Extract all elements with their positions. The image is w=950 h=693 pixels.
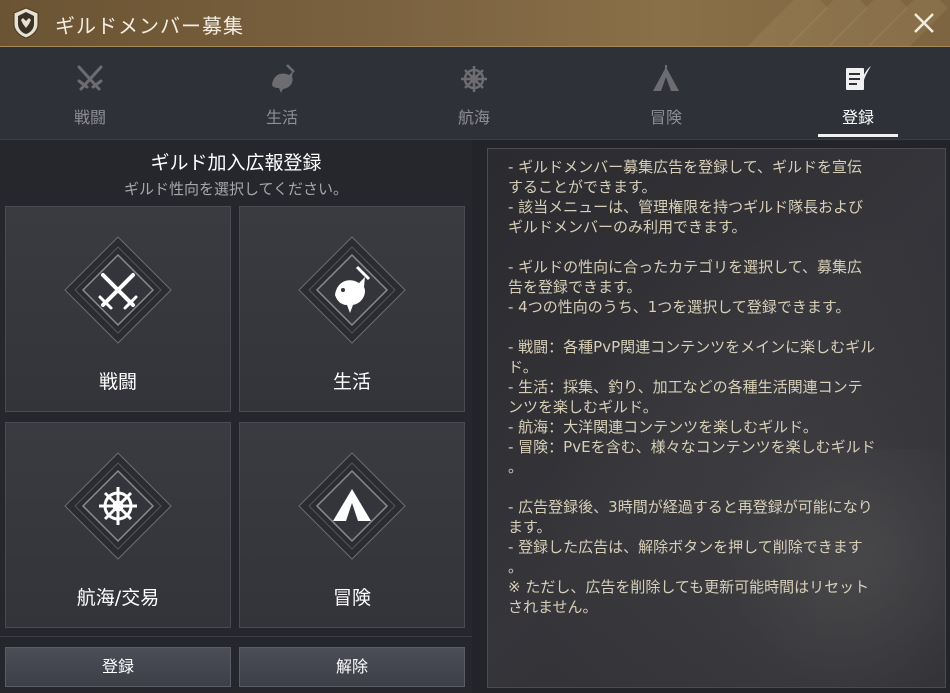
card-label: 戦闘 [98, 371, 137, 393]
card-label: 航海/交易 [76, 587, 160, 609]
close-icon[interactable] [910, 9, 938, 37]
title-bar: ギルドメンバー募集 [0, 0, 950, 47]
tab-label: 戦闘 [73, 108, 106, 127]
description-line: ンツを楽しむギルド。 [508, 398, 658, 416]
card-adventure[interactable]: 冒険 [239, 422, 465, 628]
card-life[interactable]: 生活 [239, 206, 465, 412]
tab-register[interactable]: 登録 [793, 47, 923, 139]
tab-label: 航海 [457, 108, 490, 127]
description-line [508, 477, 933, 497]
description-line: ド。 [508, 358, 538, 376]
description-line [508, 237, 933, 257]
description-line: - 広告登録後、3時間が経過すると再登録が可能になり [508, 498, 873, 516]
tab-sailing[interactable]: 航海 [409, 47, 539, 139]
description-line: することができます。 [508, 178, 657, 196]
document-quill-icon [846, 66, 871, 90]
divider [0, 636, 472, 637]
diamond-frame [64, 236, 172, 344]
description-line: - 4つの性向のうち、1つを選択して登録できます。 [508, 298, 851, 316]
description-line: - 該当メニューは、管理権限を持つギルド隊長および [508, 198, 864, 216]
card-label: 冒険 [332, 587, 371, 609]
ship-wheel-icon [461, 66, 487, 92]
guild-emblem-icon [13, 7, 39, 39]
panel-title: ギルド加入広報登録 [150, 152, 322, 174]
category-tab-bar: 戦闘 生活 航海 冒険 登録 [0, 47, 950, 140]
diamond-frame [64, 452, 172, 560]
remove-button[interactable]: 解除 [239, 647, 465, 687]
description-line: - ギルドメンバー募集広告を登録して、ギルドを宣伝 [508, 158, 862, 176]
fish-pickaxe-icon [272, 64, 295, 93]
card-combat[interactable]: 戦闘 [5, 206, 231, 412]
window-title: ギルドメンバー募集 [55, 14, 244, 38]
description-line: ます。 [508, 518, 552, 536]
tent-icon [653, 65, 679, 91]
card-sailing-trade[interactable]: 航海/交易 [5, 422, 231, 628]
tab-label: 冒険 [649, 108, 682, 127]
description-line: ※ ただし、広告を削除しても更新可能時間はリセット [508, 578, 870, 596]
description-line: - 登録した広告は、解除ボタンを押して削除できます [508, 538, 863, 556]
description-line: 。 [508, 558, 524, 576]
description-text: - ギルドメンバー募集広告を登録して、ギルドを宣伝 することができます。 - 該当メ… [508, 157, 933, 617]
diamond-frame [298, 236, 406, 344]
active-tab-indicator [818, 134, 898, 137]
tab-combat[interactable]: 戦闘 [25, 47, 155, 139]
tab-label: 登録 [841, 108, 874, 127]
tab-life[interactable]: 生活 [217, 47, 347, 139]
register-button[interactable]: 登録 [5, 647, 231, 687]
description-line: されません。 [508, 598, 598, 616]
description-panel: - ギルドメンバー募集広告を登録して、ギルドを宣伝 することができます。 - 該当メ… [487, 148, 946, 688]
tab-adventure[interactable]: 冒険 [601, 47, 731, 139]
description-line: - 冒険：PvEを含む、様々なコンテンツを楽しむギルド [508, 438, 876, 456]
card-label: 生活 [332, 371, 371, 393]
description-line: 。 [508, 458, 524, 476]
description-line: ギルドメンバーのみ利用できます。 [508, 218, 747, 236]
crossed-swords-icon [77, 65, 103, 91]
tab-label: 生活 [265, 108, 298, 127]
description-line [508, 317, 933, 337]
description-line: - 生活：採集、釣り、加工などの各種生活関連コンテ [508, 378, 863, 396]
description-line: - 戦闘：各種PvP関連コンテンツをメインに楽しむギル [508, 338, 876, 356]
description-line: 告を登録できます。 [508, 278, 642, 296]
description-line: - 航海：大洋関連コンテンツを楽しむギルド。 [508, 418, 818, 436]
guild-type-selection-panel: ギルド加入広報登録 ギルド性向を選択してください。 戦闘 生活 航海/交易 冒険… [0, 140, 472, 693]
panel-subtitle: ギルド性向を選択してください。 [123, 180, 349, 198]
diamond-frame [298, 452, 406, 560]
description-line: - ギルドの性向に合ったカテゴリを選択して、募集広 [508, 258, 862, 276]
